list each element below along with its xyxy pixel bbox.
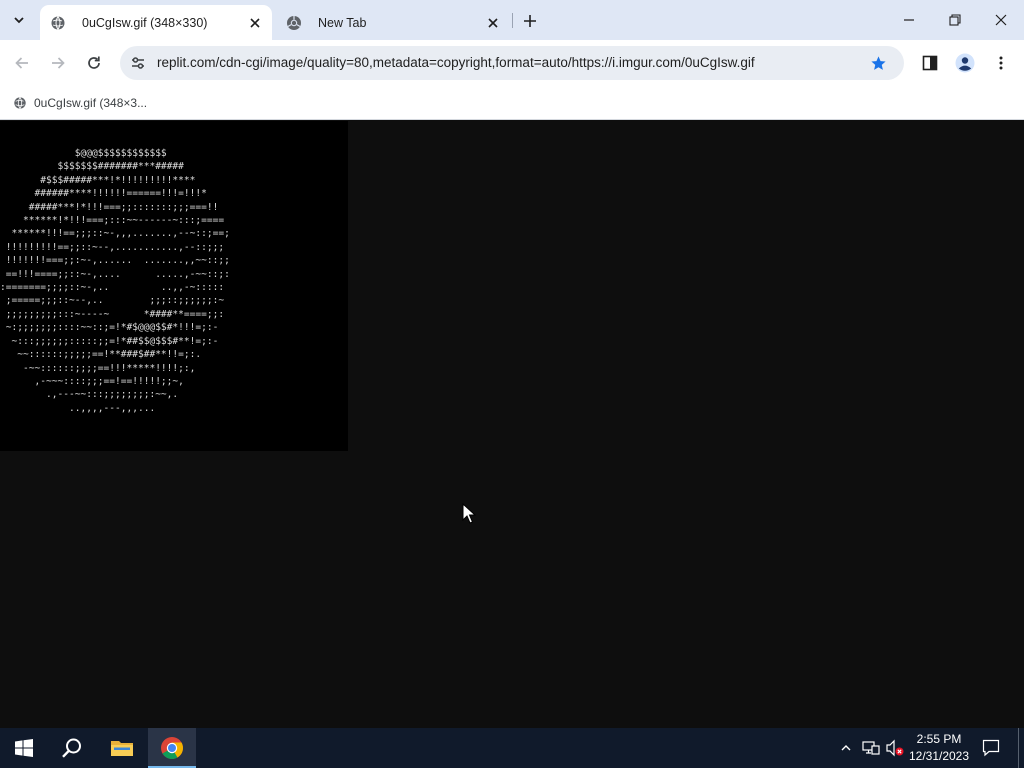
forward-button[interactable] bbox=[43, 48, 73, 78]
tab-strip: 0uCgIsw.gif (348×330) New Tab bbox=[0, 0, 1024, 40]
bookmark-item[interactable]: 0uCgIsw.gif (348×3... bbox=[8, 91, 151, 115]
arrow-left-icon bbox=[15, 57, 28, 69]
site-info-button[interactable] bbox=[126, 51, 150, 75]
tab-title: 0uCgIsw.gif (348×330) bbox=[82, 15, 208, 30]
profile-button[interactable] bbox=[950, 48, 980, 78]
close-icon bbox=[995, 14, 1007, 26]
start-button[interactable] bbox=[0, 728, 48, 768]
network-button[interactable] bbox=[861, 738, 881, 758]
chrome-taskbar-button[interactable] bbox=[148, 728, 196, 768]
minimize-button[interactable] bbox=[886, 0, 932, 40]
tab-search-button[interactable] bbox=[6, 7, 32, 33]
tab-active-gif[interactable]: 0uCgIsw.gif (348×330) bbox=[40, 5, 272, 40]
notification-icon bbox=[982, 739, 1000, 757]
plus-icon bbox=[524, 15, 536, 27]
close-tab-icon[interactable] bbox=[246, 14, 264, 32]
avatar-icon bbox=[955, 53, 975, 73]
minimize-icon bbox=[904, 19, 914, 21]
arrow-right-icon bbox=[52, 57, 65, 69]
reload-button[interactable] bbox=[79, 48, 109, 78]
gif-image[interactable]: $@@@$$$$$$$$$$$$ $$$$$$$#######***##### … bbox=[0, 121, 348, 451]
bookmark-star-icon[interactable] bbox=[866, 51, 890, 75]
page-viewport: $@@@$$$$$$$$$$$$ $$$$$$$#######***##### … bbox=[0, 121, 1024, 728]
chrome-icon bbox=[161, 737, 183, 759]
restore-icon bbox=[949, 14, 961, 26]
network-icon bbox=[862, 741, 880, 755]
clock-date: 12/31/2023 bbox=[908, 749, 970, 763]
new-tab-button[interactable] bbox=[518, 9, 542, 33]
url-text[interactable]: replit.com/cdn-cgi/image/quality=80,meta… bbox=[157, 55, 857, 70]
side-panel-icon bbox=[922, 55, 938, 71]
taskbar-search-button[interactable] bbox=[48, 728, 96, 768]
file-explorer-button[interactable] bbox=[98, 728, 146, 768]
close-tab-icon[interactable] bbox=[484, 14, 502, 32]
tab-separator bbox=[512, 13, 513, 28]
search-icon bbox=[62, 738, 81, 758]
address-bar[interactable]: replit.com/cdn-cgi/image/quality=80,meta… bbox=[120, 46, 904, 80]
bookmark-label: 0uCgIsw.gif (348×3... bbox=[34, 96, 148, 110]
volume-button[interactable] bbox=[885, 738, 905, 758]
chrome-icon bbox=[286, 15, 302, 31]
reload-icon bbox=[88, 56, 100, 69]
close-window-button[interactable] bbox=[978, 0, 1024, 40]
restore-button[interactable] bbox=[932, 0, 978, 40]
globe-icon bbox=[50, 15, 66, 31]
chevron-down-icon bbox=[14, 17, 24, 24]
browser-toolbar: replit.com/cdn-cgi/image/quality=80,meta… bbox=[0, 40, 1024, 86]
tab-new-tab[interactable]: New Tab bbox=[276, 5, 510, 40]
volume-muted-icon bbox=[886, 739, 904, 757]
taskbar: 2:55 PM 12/31/2023 bbox=[0, 728, 1024, 768]
back-button[interactable] bbox=[7, 48, 37, 78]
tune-icon bbox=[132, 57, 144, 69]
tab-title: New Tab bbox=[318, 15, 367, 30]
windows-start-icon bbox=[15, 739, 33, 757]
notifications-button[interactable] bbox=[981, 738, 1001, 758]
mouse-cursor-icon bbox=[462, 503, 476, 524]
ascii-art: $@@@$$$$$$$$$$$$ $$$$$$$#######***##### … bbox=[0, 148, 230, 414]
folder-icon bbox=[111, 741, 133, 756]
menu-button[interactable] bbox=[986, 48, 1016, 78]
tray-expand-button[interactable] bbox=[836, 738, 856, 758]
globe-icon bbox=[12, 95, 28, 111]
show-desktop-button[interactable] bbox=[1018, 728, 1024, 768]
system-clock[interactable]: 2:55 PM 12/31/2023 bbox=[906, 731, 972, 765]
side-panel-button[interactable] bbox=[915, 48, 945, 78]
clock-time: 2:55 PM bbox=[916, 732, 962, 746]
bookmarks-bar: 0uCgIsw.gif (348×3... bbox=[0, 86, 1024, 120]
chevron-up-icon bbox=[841, 745, 851, 751]
more-vert-icon bbox=[999, 56, 1003, 70]
